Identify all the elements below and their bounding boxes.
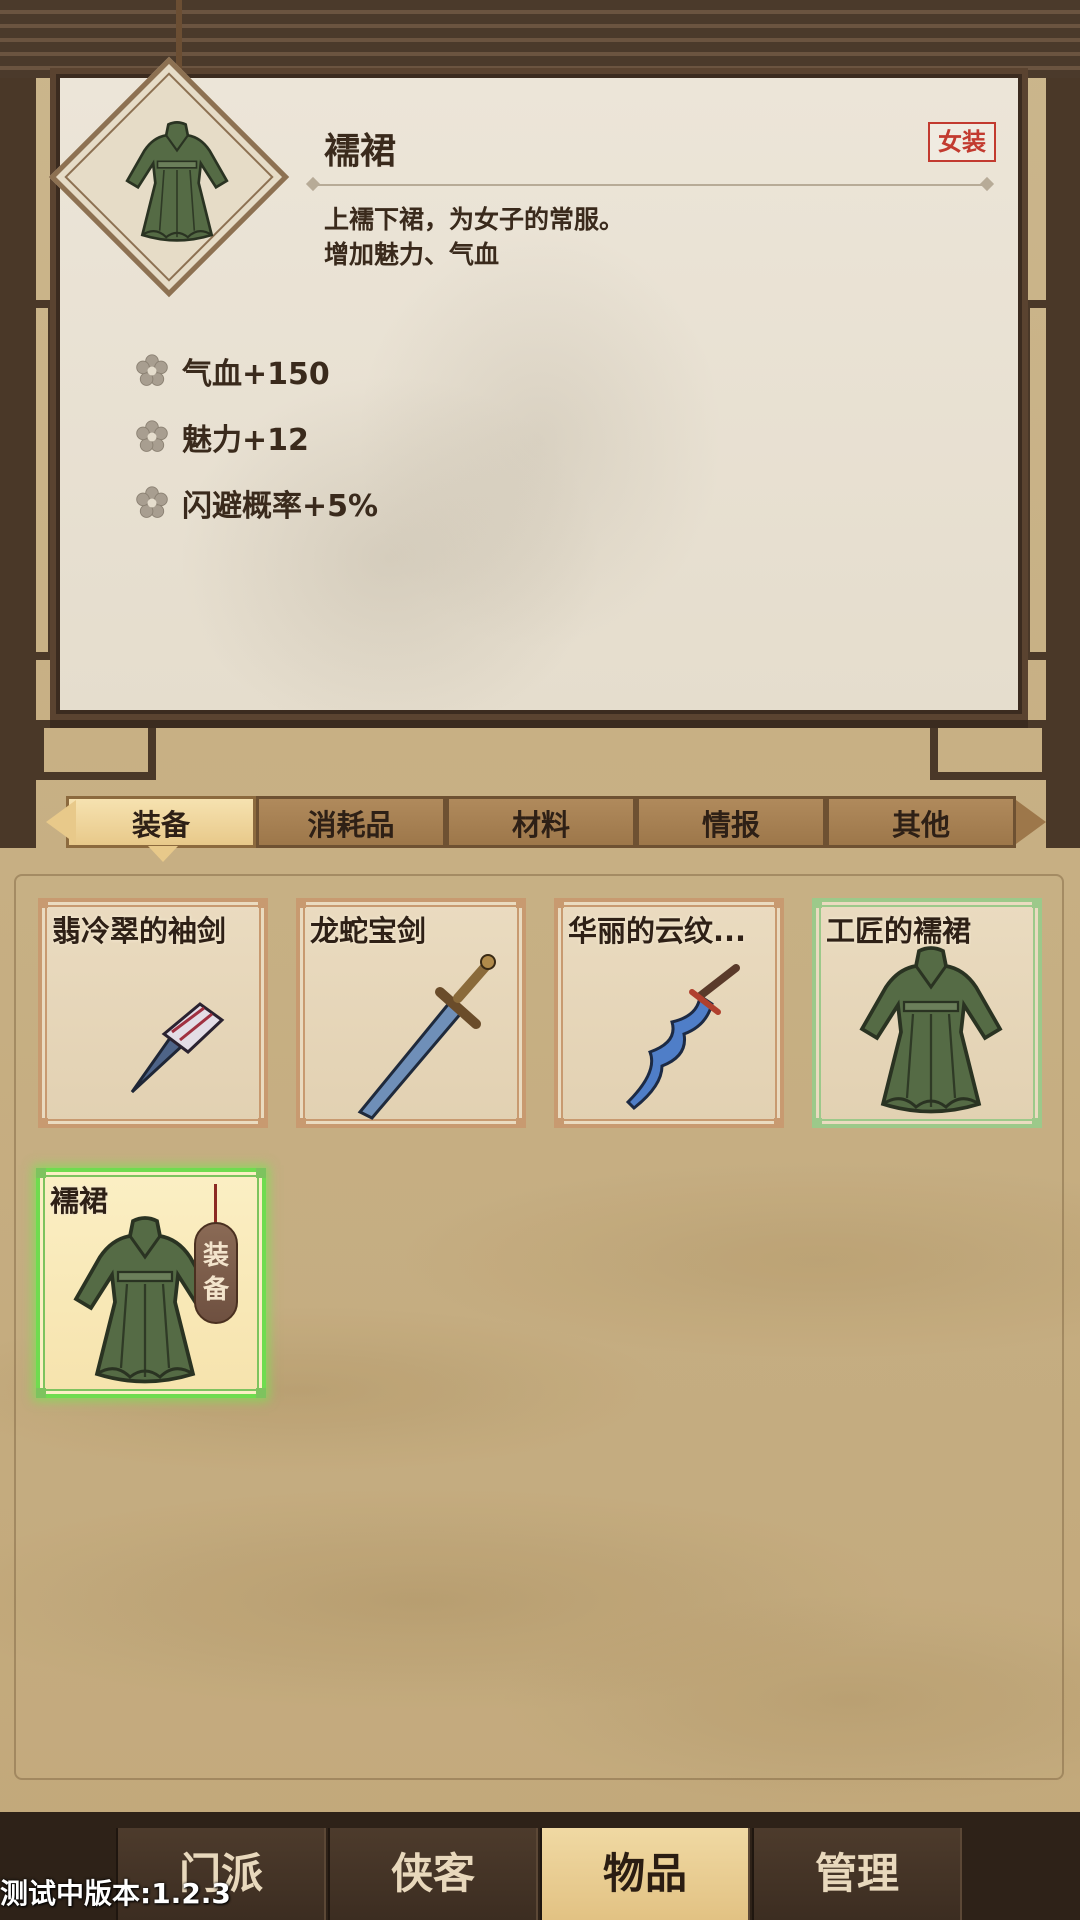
slot-item-name: 工匠的襦裙 bbox=[826, 914, 972, 948]
slot-item-name: 龙蛇宝剑 bbox=[310, 914, 427, 948]
name-divider bbox=[310, 184, 990, 186]
robe-icon bbox=[112, 118, 242, 248]
description-line: 增加魅力、气血 bbox=[324, 240, 500, 269]
item-description: 上襦下裙，为女子的常服。 增加魅力、气血 bbox=[324, 202, 624, 272]
tab-consumables[interactable]: 消耗品 bbox=[256, 796, 446, 848]
inventory-slot[interactable]: 龙蛇宝剑 bbox=[296, 898, 526, 1128]
slot-item-name: 华丽的云纹... bbox=[568, 914, 747, 948]
slot-corner bbox=[516, 1118, 526, 1128]
slot-corner bbox=[774, 898, 784, 908]
badge-string bbox=[214, 1184, 217, 1224]
stat-row: 魅力+12 bbox=[134, 404, 378, 470]
tab-materials[interactable]: 材料 bbox=[446, 796, 636, 848]
inventory-slot[interactable]: 工匠的襦裙 bbox=[812, 898, 1042, 1128]
flower-bullet-icon bbox=[134, 419, 170, 455]
slot-corner bbox=[1032, 1118, 1042, 1128]
slot-corner bbox=[258, 898, 268, 908]
slot-item-name: 襦裙 bbox=[50, 1184, 109, 1218]
inventory-slot[interactable]: 华丽的云纹... bbox=[554, 898, 784, 1128]
flower-bullet-icon bbox=[134, 353, 170, 389]
right-lattice bbox=[1022, 300, 1080, 660]
sword-icon bbox=[357, 954, 496, 1120]
slot-corner bbox=[516, 898, 526, 908]
slot-corner bbox=[296, 1118, 306, 1128]
tab-equipment[interactable]: 装备 bbox=[66, 796, 256, 848]
nav-items[interactable]: 物品 bbox=[540, 1828, 750, 1920]
robe-icon bbox=[846, 942, 1016, 1122]
version-label: 测试中版本:1.2.3 bbox=[0, 1877, 231, 1910]
item-name: 襦裙 bbox=[324, 131, 397, 172]
inventory-slot[interactable]: 翡冷翠的袖剑 bbox=[38, 898, 268, 1128]
slot-corner bbox=[812, 898, 822, 908]
slot-corner bbox=[296, 898, 306, 908]
sleeve-dagger-icon bbox=[130, 1002, 225, 1094]
stat-text: 气血+150 bbox=[182, 357, 330, 392]
item-stats: 气血+150 魅力+12 闪避概率+5% bbox=[134, 338, 378, 536]
category-tabs: 装备 消耗品 材料 情报 其他 bbox=[60, 796, 1020, 848]
equipped-badge: 装 备 bbox=[194, 1222, 238, 1324]
slot-corner bbox=[36, 1388, 46, 1398]
slot-corner bbox=[38, 898, 48, 908]
wavy-blade-icon bbox=[625, 964, 740, 1111]
nav-heroes[interactable]: 侠客 bbox=[328, 1828, 538, 1920]
slot-corner bbox=[38, 1118, 48, 1128]
slot-corner bbox=[554, 898, 564, 908]
stat-text: 魅力+12 bbox=[182, 423, 309, 458]
badge-char: 备 bbox=[202, 1275, 229, 1305]
slot-corner bbox=[258, 1118, 268, 1128]
slot-corner bbox=[1032, 898, 1042, 908]
slot-corner bbox=[554, 1118, 564, 1128]
flower-bullet-icon bbox=[134, 485, 170, 521]
slot-corner bbox=[36, 1168, 46, 1178]
slot-corner bbox=[774, 1118, 784, 1128]
description-line: 上襦下裙，为女子的常服。 bbox=[324, 205, 625, 234]
left-bracket bbox=[36, 720, 156, 780]
stat-text: 闪避概率+5% bbox=[182, 489, 379, 524]
tab-intel[interactable]: 情报 bbox=[636, 796, 826, 848]
item-category-tag: 女装 bbox=[928, 122, 996, 162]
stat-row: 气血+150 bbox=[134, 338, 378, 404]
left-lattice bbox=[0, 300, 56, 660]
nav-manage[interactable]: 管理 bbox=[752, 1828, 962, 1920]
badge-char: 装 bbox=[202, 1241, 229, 1271]
tab-other[interactable]: 其他 bbox=[826, 796, 1016, 848]
right-bracket bbox=[930, 720, 1050, 780]
stat-row: 闪避概率+5% bbox=[134, 470, 378, 536]
slot-item-name: 翡冷翠的袖剑 bbox=[52, 914, 227, 948]
slot-corner bbox=[256, 1388, 266, 1398]
slot-corner bbox=[256, 1168, 266, 1178]
slot-corner bbox=[812, 1118, 822, 1128]
